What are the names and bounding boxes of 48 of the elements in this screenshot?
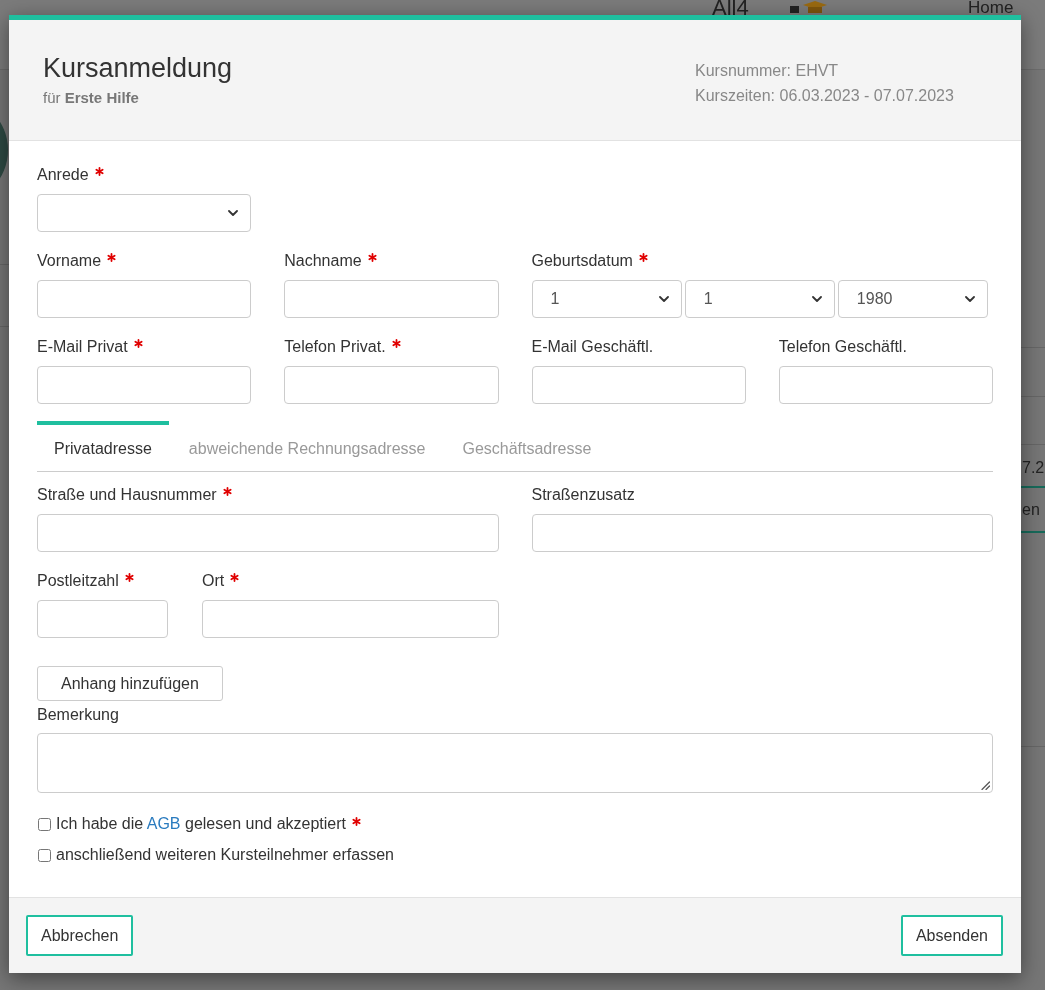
- field-label: Geburtsdatum: [531, 251, 633, 271]
- field-label: E-Mail Geschäftl.: [531, 337, 654, 357]
- date-dropdown-field[interactable]: 1980: [837, 280, 988, 318]
- field-label: E-Mail Privat: [37, 337, 128, 357]
- text-input-field[interactable]: [37, 514, 499, 552]
- checkbox[interactable]: [38, 817, 51, 831]
- course-info-text: Kursnummer: EHVT: [695, 61, 840, 81]
- text-input-field[interactable]: [284, 280, 499, 318]
- text-input-field[interactable]: [37, 366, 252, 404]
- consent-text: anschließend weiteren Kursteilnehmer erfassen: [56, 845, 394, 865]
- field-label: Straße und Hausnummer: [37, 485, 217, 505]
- address-tab[interactable]: Privatadresse: [37, 421, 169, 471]
- attach-file-button[interactable]: Anhang hinzufügen: [37, 666, 223, 701]
- field-label: Ort: [202, 571, 225, 591]
- field-label: Vorname: [37, 251, 102, 271]
- nav-link[interactable]: Home: [968, 0, 1014, 15]
- date-dropdown-field[interactable]: 1: [531, 280, 682, 318]
- dialog-title: Kursanmeldung: [43, 52, 234, 85]
- text-input-field[interactable]: [284, 366, 499, 404]
- submit-button[interactable]: Absenden: [900, 915, 1003, 956]
- field-label: Bemerkung: [37, 705, 119, 725]
- table-cell-text: 7.2: [1022, 458, 1045, 478]
- text-input-field[interactable]: [531, 514, 993, 552]
- field-label: Postleitzahl: [37, 571, 119, 591]
- text-input-field[interactable]: [778, 366, 993, 404]
- dialog-subtitle: für Erste Hilfe: [43, 88, 140, 108]
- text-input-field[interactable]: [531, 366, 746, 404]
- text-input-field[interactable]: [37, 280, 252, 318]
- terms-link[interactable]: AGB: [146, 815, 181, 832]
- field-label: Nachname: [284, 251, 362, 271]
- course-info-text: Kurszeiten: 06.03.2023 - 07.07.2023: [695, 86, 955, 106]
- chevron-down-icon: [228, 210, 239, 216]
- dropdown-field[interactable]: [37, 194, 252, 232]
- chevron-down-icon: [658, 296, 669, 302]
- text-input-field[interactable]: [202, 600, 499, 638]
- field-label: Telefon Privat.: [284, 337, 386, 357]
- text-input-field[interactable]: [37, 600, 168, 638]
- date-dropdown-field[interactable]: 1: [684, 280, 835, 318]
- remark-textarea-field[interactable]: [37, 733, 993, 793]
- consent-text: Ich habe die AGB gelesen und akzeptiert: [56, 814, 346, 834]
- chevron-down-icon: [965, 296, 975, 302]
- chevron-down-icon: [811, 296, 822, 302]
- field-label: Straßenzusatz: [531, 485, 635, 505]
- field-label: Anrede: [37, 165, 89, 185]
- cancel-button[interactable]: Abbrechen: [26, 915, 134, 956]
- resize-grip-icon: [981, 781, 990, 790]
- checkbox[interactable]: [38, 848, 51, 862]
- field-label: Telefon Geschäftl.: [778, 337, 907, 357]
